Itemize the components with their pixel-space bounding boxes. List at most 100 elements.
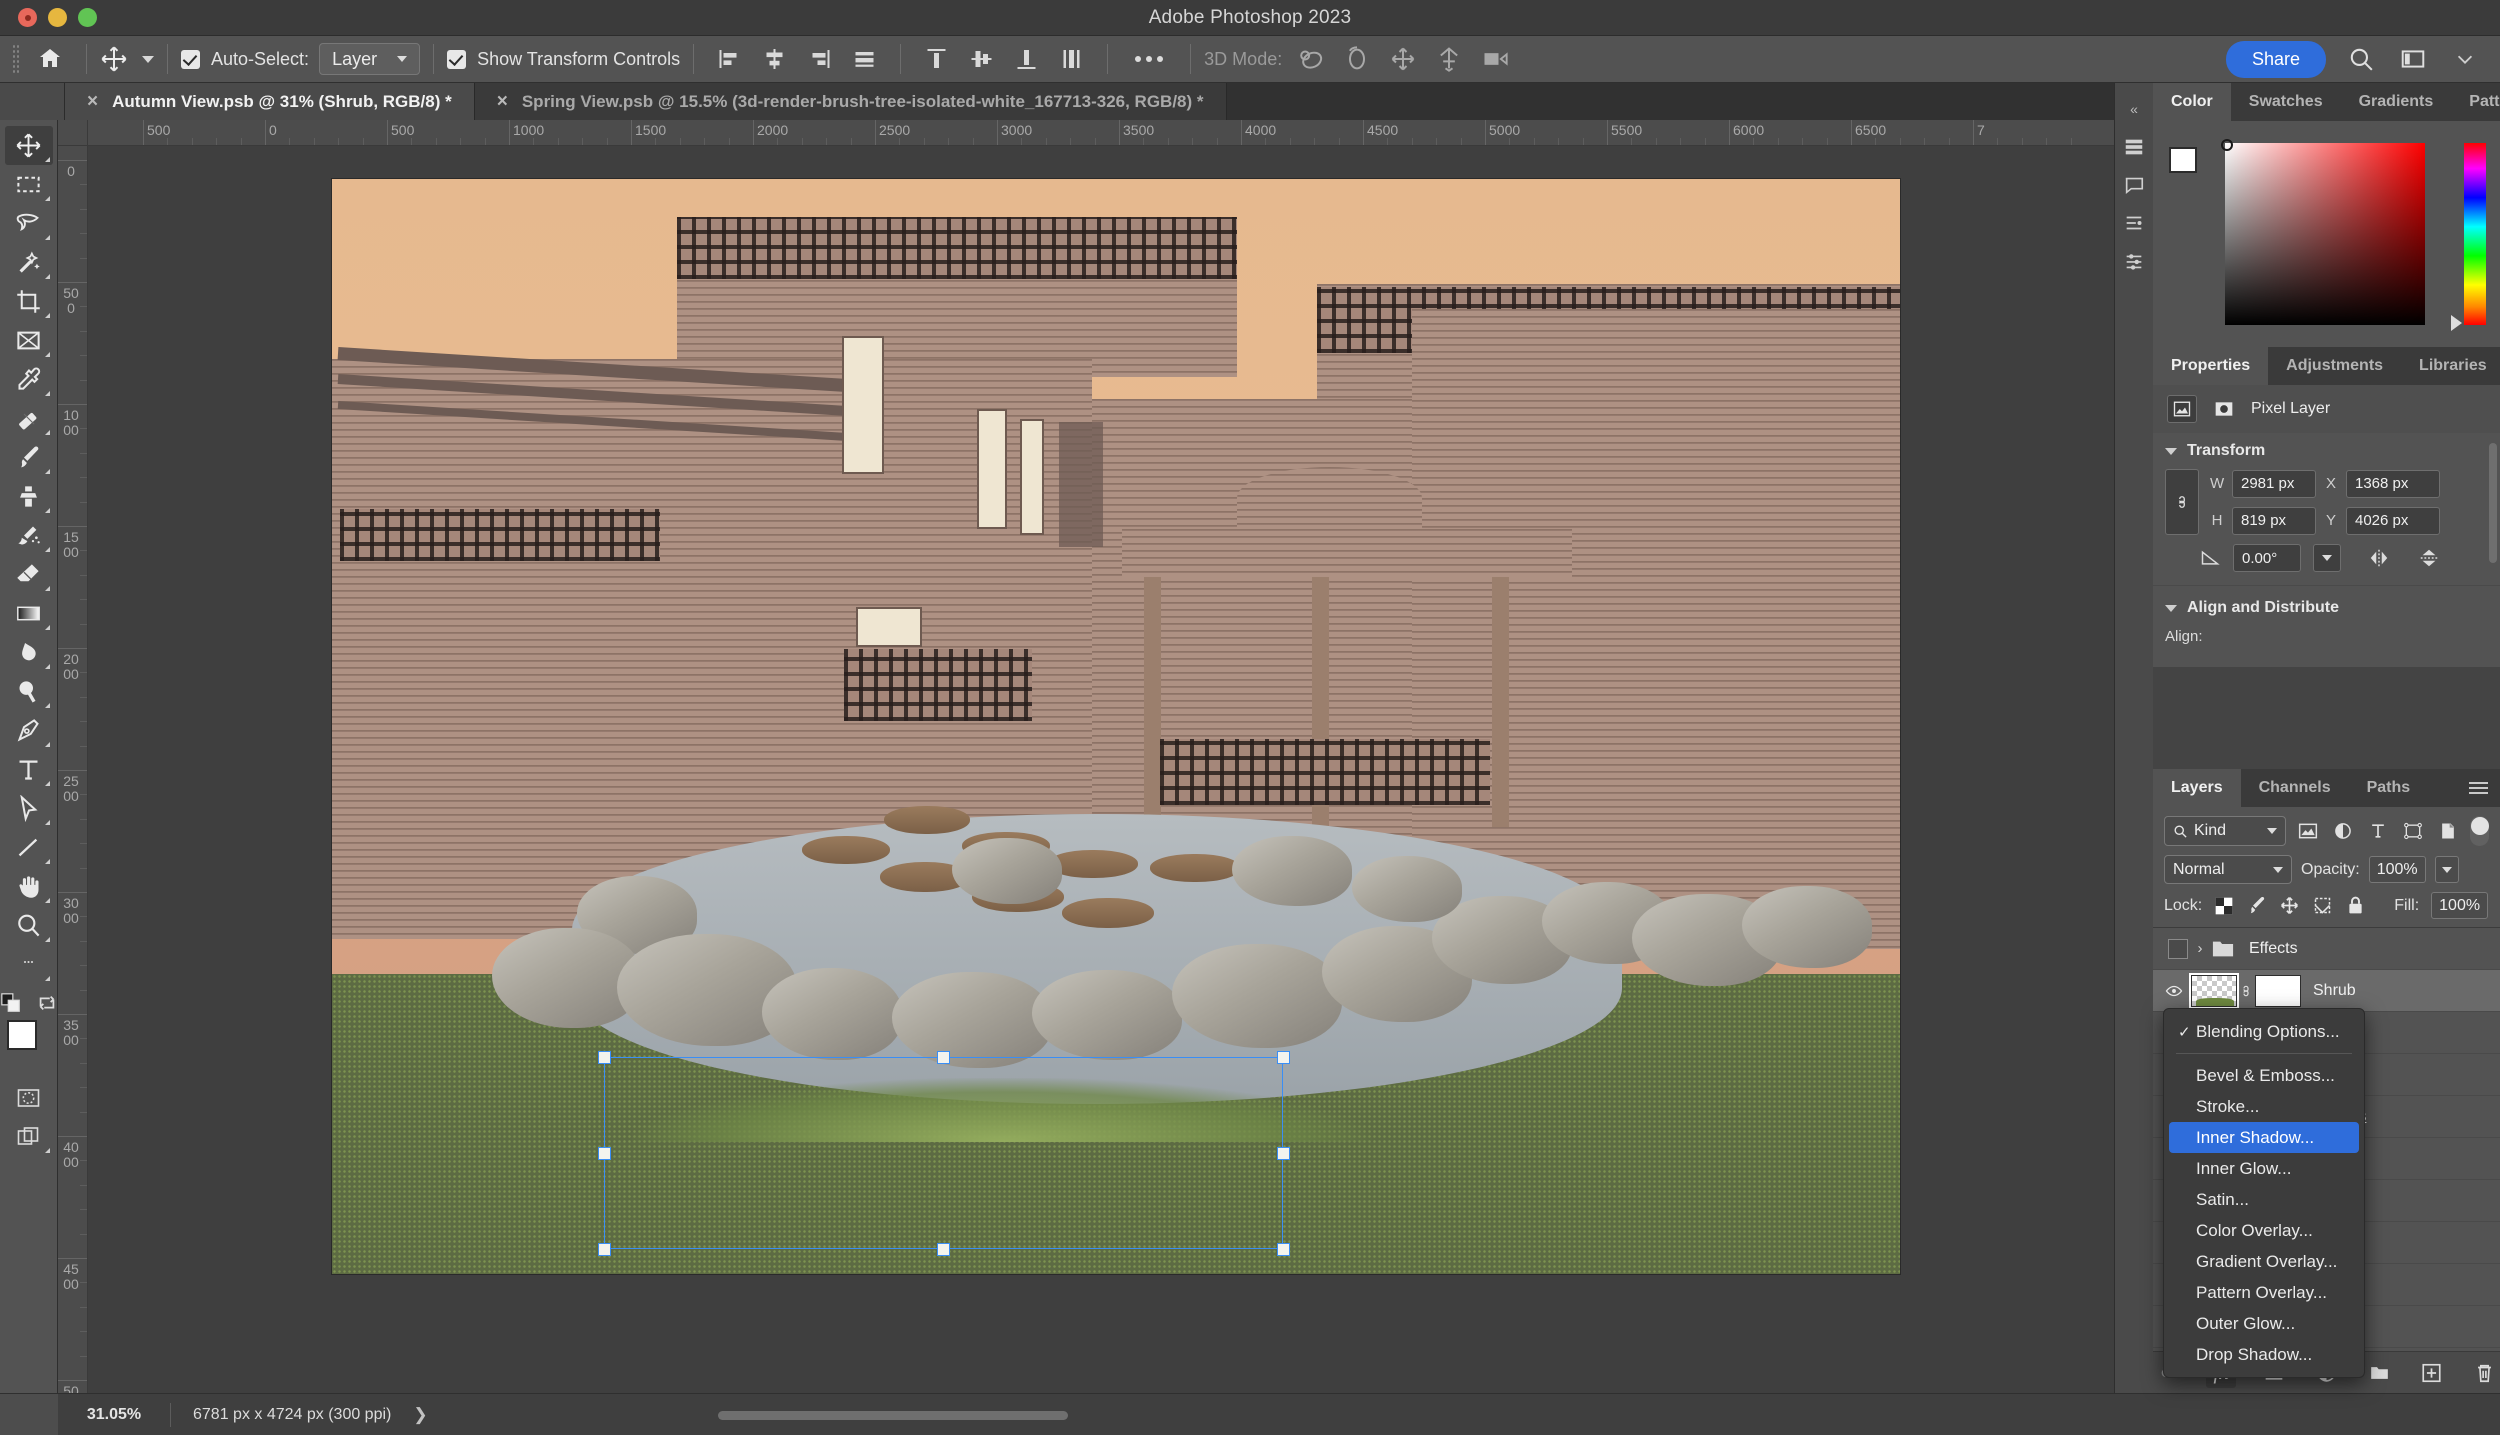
home-button[interactable] xyxy=(31,46,73,72)
tab-color[interactable]: Color xyxy=(2153,83,2231,121)
layer-name[interactable]: Effects xyxy=(2249,940,2298,958)
roll-3d-icon[interactable] xyxy=(1339,43,1375,75)
collapse-panels-icon[interactable]: « xyxy=(2130,101,2138,117)
quick-mask-icon[interactable] xyxy=(5,1078,53,1117)
adjustments-rail-icon[interactable] xyxy=(2118,245,2150,277)
path-selection-tool[interactable] xyxy=(5,789,53,828)
orbit-3d-icon[interactable] xyxy=(1293,43,1329,75)
hue-slider[interactable] xyxy=(2464,143,2486,325)
tab-paths[interactable]: Paths xyxy=(2349,769,2429,807)
height-input[interactable]: 819 px xyxy=(2232,506,2316,535)
crop-tool[interactable] xyxy=(5,282,53,321)
foreground-color-swatch[interactable] xyxy=(2169,147,2197,173)
tab-libraries[interactable]: Libraries xyxy=(2401,347,2500,385)
horizontal-ruler[interactable]: 500 0 500 1000 1500 2000 2500 3000 3500 4000 4500 5… xyxy=(88,120,2153,146)
rectangular-marquee-tool[interactable] xyxy=(5,165,53,204)
options-bar-grip[interactable] xyxy=(12,44,21,74)
blur-tool[interactable] xyxy=(5,633,53,672)
effects-visibility-checkbox[interactable] xyxy=(2168,938,2188,959)
align-top-edges-icon[interactable] xyxy=(920,44,953,74)
line-shape-tool[interactable] xyxy=(5,828,53,867)
workspace-chevron-down-icon[interactable] xyxy=(2448,44,2482,74)
context-menu-item[interactable]: Outer Glow... xyxy=(2164,1308,2364,1339)
object-selection-tool[interactable] xyxy=(5,243,53,282)
align-vertical-centers-icon[interactable] xyxy=(965,44,998,74)
new-layer-icon[interactable] xyxy=(2417,1358,2448,1388)
swap-colors-icon[interactable] xyxy=(36,992,58,1014)
angle-dropdown[interactable] xyxy=(2313,544,2341,572)
more-options-button[interactable] xyxy=(1135,56,1164,62)
close-icon[interactable]: × xyxy=(497,92,508,111)
context-menu-item[interactable]: Satin... xyxy=(2164,1184,2364,1215)
color-panel-swatches[interactable] xyxy=(2169,147,2217,191)
lock-transparent-pixels-icon[interactable] xyxy=(2214,896,2234,916)
healing-brush-tool[interactable] xyxy=(5,399,53,438)
status-expand-arrow[interactable]: ❯ xyxy=(413,1405,427,1425)
document-tab-spring-view[interactable]: × Spring View.psb @ 15.5% (3d-render-bru… xyxy=(474,83,1227,120)
active-tool-button[interactable] xyxy=(100,45,154,73)
tab-swatches[interactable]: Swatches xyxy=(2231,83,2341,121)
align-left-edges-icon[interactable] xyxy=(713,44,746,74)
filter-adjustment-icon[interactable] xyxy=(2329,818,2356,844)
tab-channels[interactable]: Channels xyxy=(2241,769,2349,807)
filter-kind-dropdown[interactable]: Kind xyxy=(2164,816,2287,846)
slide-3d-icon[interactable] xyxy=(1431,43,1467,75)
transform-handle-middle-left[interactable] xyxy=(598,1147,611,1160)
comments-panel-icon[interactable] xyxy=(2118,169,2150,201)
tab-layers[interactable]: Layers xyxy=(2153,769,2241,807)
transform-handle-middle-right[interactable] xyxy=(1277,1147,1290,1160)
distribute-horizontally-icon[interactable] xyxy=(848,44,881,74)
pen-tool[interactable] xyxy=(5,711,53,750)
show-transform-controls-checkbox[interactable]: Show Transform Controls xyxy=(447,49,680,70)
context-menu-item[interactable]: Inner Glow... xyxy=(2164,1153,2364,1184)
gradient-tool[interactable] xyxy=(5,594,53,633)
zoom-level[interactable]: 31.05% xyxy=(58,1406,170,1424)
properties-scrollbar[interactable] xyxy=(2489,443,2497,563)
chevron-down-icon[interactable] xyxy=(142,55,154,63)
layer-mask-thumbnail[interactable] xyxy=(2255,974,2301,1007)
layer-mask-icon[interactable] xyxy=(2209,395,2239,423)
context-menu-item[interactable]: Inner Shadow... xyxy=(2169,1122,2359,1153)
align-distribute-section-header[interactable]: Align and Distribute xyxy=(2153,590,2500,626)
layer-row[interactable]: › Effects xyxy=(2153,928,2500,970)
filter-shape-icon[interactable] xyxy=(2400,818,2427,844)
context-menu-item[interactable]: Color Overlay... xyxy=(2164,1215,2364,1246)
canvas-horizontal-scrollbar[interactable] xyxy=(428,1394,2500,1435)
layer-row[interactable]: Shrub xyxy=(2153,970,2500,1012)
workspace-panel-icon[interactable] xyxy=(2396,44,2430,74)
align-horizontal-centers-icon[interactable] xyxy=(758,44,791,74)
tab-adjustments[interactable]: Adjustments xyxy=(2268,347,2401,385)
layer-visibility-eye-icon[interactable] xyxy=(2157,982,2191,1000)
type-tool[interactable] xyxy=(5,750,53,789)
align-bottom-edges-icon[interactable] xyxy=(1010,44,1043,74)
new-group-icon[interactable] xyxy=(2364,1358,2395,1388)
default-colors-icon[interactable] xyxy=(0,992,22,1014)
mask-link-icon[interactable] xyxy=(2237,981,2255,1001)
transform-handle-bottom-right[interactable] xyxy=(1277,1243,1290,1256)
auto-select-checkbox[interactable]: Auto-Select: xyxy=(181,49,309,70)
transform-selection-box[interactable] xyxy=(604,1057,1283,1249)
group-expand-chevron-icon[interactable]: › xyxy=(2191,940,2209,957)
opacity-dropdown[interactable] xyxy=(2434,856,2459,883)
close-icon[interactable]: × xyxy=(87,92,98,111)
foreground-color-swatch[interactable] xyxy=(6,1020,37,1050)
filter-toggle[interactable] xyxy=(2469,816,2490,846)
filter-pixel-icon[interactable] xyxy=(2294,818,2321,844)
screen-mode-icon[interactable] xyxy=(5,1117,53,1156)
delete-layer-icon[interactable] xyxy=(2469,1358,2500,1388)
clone-stamp-tool[interactable] xyxy=(5,477,53,516)
lock-all-icon[interactable] xyxy=(2345,895,2366,916)
document-canvas[interactable] xyxy=(88,146,2153,1393)
angle-input[interactable]: 0.00° xyxy=(2233,544,2301,572)
align-right-edges-icon[interactable] xyxy=(803,44,836,74)
link-aspect-ratio-icon[interactable] xyxy=(2165,469,2199,535)
color-swatches[interactable] xyxy=(5,1020,53,1068)
context-menu-item[interactable]: Stroke... xyxy=(2164,1091,2364,1122)
context-menu-item[interactable]: Pattern Overlay... xyxy=(2164,1277,2364,1308)
lock-image-pixels-icon[interactable] xyxy=(2246,895,2267,916)
ruler-corner[interactable] xyxy=(58,120,88,146)
transform-section-header[interactable]: Transform xyxy=(2153,433,2500,469)
context-menu-item[interactable]: Bevel & Emboss... xyxy=(2164,1060,2364,1091)
tab-gradients[interactable]: Gradients xyxy=(2341,83,2452,121)
auto-select-dropdown[interactable]: Layer xyxy=(319,43,421,75)
